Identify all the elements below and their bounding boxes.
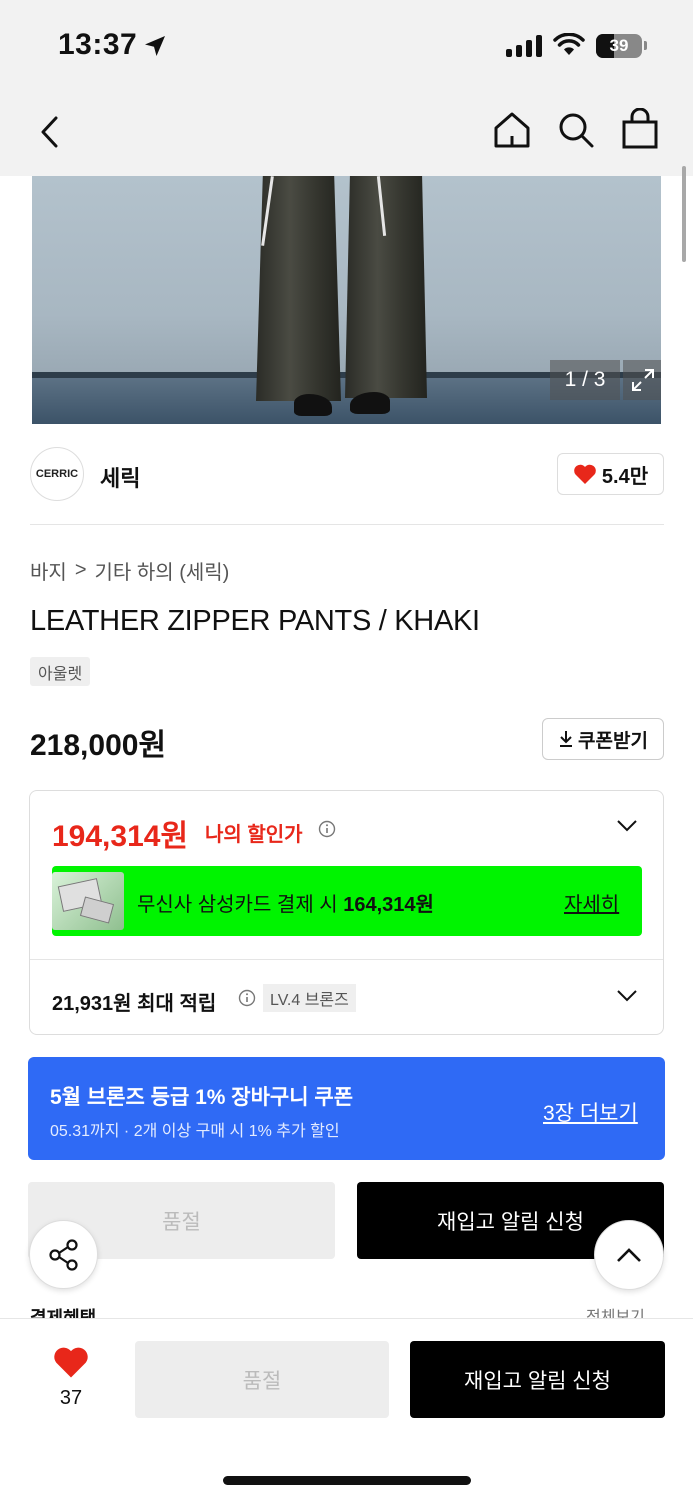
back-icon[interactable]: [34, 112, 66, 152]
cellular-signal-icon: [506, 35, 542, 57]
card-offer-text: 무신사 삼성카드 결제 시 164,314원: [137, 894, 434, 916]
home-indicator: [223, 1476, 471, 1485]
share-button[interactable]: [29, 1220, 98, 1289]
wifi-icon: [553, 33, 585, 55]
card-detail-link[interactable]: 자세히: [564, 888, 619, 917]
expand-icon: [632, 369, 654, 391]
home-icon[interactable]: [492, 110, 532, 150]
status-bar: 13:37 39: [0, 0, 693, 92]
bottom-action-bar: 37 품절 재입고 알림 신청: [0, 1318, 693, 1500]
heart-icon: [574, 464, 596, 484]
my-discount-price: 194,314원: [52, 820, 189, 853]
chevron-down-icon[interactable]: [616, 819, 638, 833]
like-heart-icon[interactable]: [52, 1345, 90, 1379]
coupon-banner-subtitle: 05.31까지 · 2개 이상 구매 시 1% 추가 할인: [50, 1123, 340, 1140]
status-time: 13:37: [58, 28, 138, 61]
brand-like-button[interactable]: 5.4만: [557, 453, 664, 495]
member-level-badge: LV.4 브론즈: [263, 984, 356, 1012]
download-icon: [560, 731, 573, 747]
expand-image-button[interactable]: [623, 360, 661, 400]
like-count: 37: [59, 1387, 83, 1409]
restock-alert-button[interactable]: 재입고 알림 신청: [410, 1341, 665, 1418]
battery-icon: 39: [596, 34, 642, 58]
payment-benefits-heading: 결제혜택: [30, 1308, 97, 1318]
coupon-download-label: 쿠폰받기: [578, 730, 648, 752]
info-icon[interactable]: [238, 989, 256, 1007]
battery-level: 39: [609, 36, 629, 55]
breadcrumb-category[interactable]: 바지: [30, 556, 67, 585]
breadcrumb: 바지 > 기타 하의 (세릭): [30, 556, 229, 585]
search-icon[interactable]: [556, 110, 596, 150]
brand-like-count: 5.4만: [601, 465, 649, 488]
coupon-more-link[interactable]: 3장 더보기: [543, 1097, 638, 1127]
nav-bar: [0, 92, 693, 176]
brand-logo[interactable]: CERRIC: [30, 447, 84, 501]
coupon-banner-title: 5월 브론즈 등급 1% 장바구니 쿠폰: [50, 1086, 354, 1109]
scroll-indicator[interactable]: [682, 166, 686, 262]
sold-out-button: 품절: [135, 1341, 389, 1418]
scroll-top-button[interactable]: [594, 1220, 664, 1290]
product-price: 218,000원: [30, 729, 167, 762]
product-image[interactable]: 1 / 3: [32, 176, 661, 424]
max-points: 21,931원 최대 적립: [52, 993, 217, 1015]
coupon-download-button[interactable]: 쿠폰받기: [542, 718, 664, 760]
info-icon[interactable]: [318, 820, 336, 838]
product-title: LEATHER ZIPPER PANTS / KHAKI: [30, 605, 480, 637]
card-promo-image: [52, 872, 124, 930]
chevron-down-icon[interactable]: [616, 989, 638, 1003]
breadcrumb-separator-icon: >: [74, 559, 87, 581]
brand-name[interactable]: 세릭: [100, 461, 140, 493]
image-counter: 1 / 3: [550, 360, 620, 400]
location-arrow-icon: [145, 36, 165, 56]
divider: [30, 524, 664, 525]
shopping-bag-icon[interactable]: [620, 108, 660, 150]
chevron-up-icon: [617, 1248, 641, 1262]
divider: [30, 959, 663, 960]
samsung-card-banner[interactable]: 무신사 삼성카드 결제 시 164,314원 자세히: [52, 866, 642, 936]
share-icon: [48, 1238, 78, 1271]
outlet-badge: 아울렛: [30, 657, 91, 686]
cart-coupon-banner[interactable]: 5월 브론즈 등급 1% 장바구니 쿠폰 05.31까지 · 2개 이상 구매 …: [28, 1057, 665, 1160]
my-discount-label: 나의 할인가: [205, 824, 303, 846]
view-all-link[interactable]: 전체보기: [586, 1306, 645, 1318]
discount-box: 194,314원 나의 할인가 무신사 삼성카드 결제 시 164,314원 자…: [29, 790, 664, 1035]
breadcrumb-subcategory[interactable]: 기타 하의 (세릭): [95, 556, 230, 585]
